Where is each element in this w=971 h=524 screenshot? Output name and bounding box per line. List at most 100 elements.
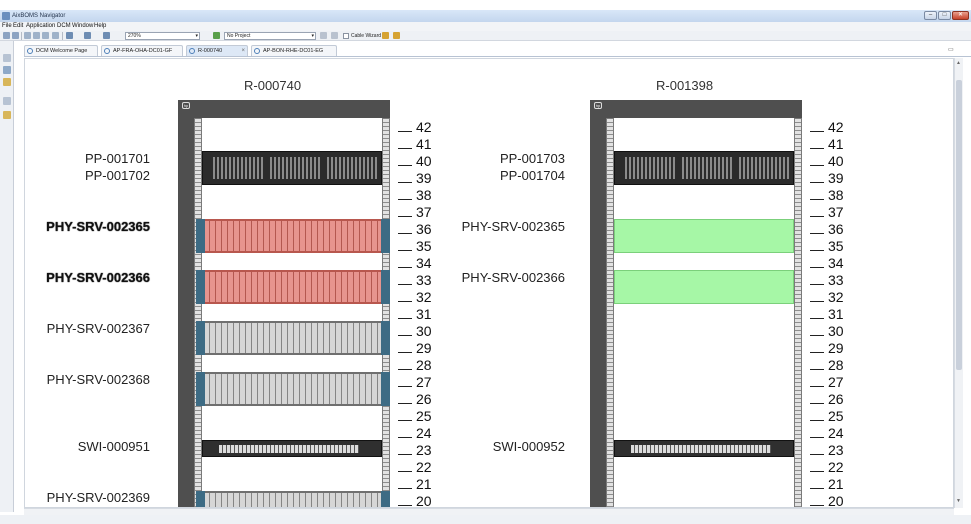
patch-panel-device[interactable]: [202, 151, 382, 185]
horizontal-scrollbar[interactable]: [24, 508, 954, 515]
rack-unit-number: 34: [828, 255, 844, 271]
save-icon[interactable]: [12, 32, 19, 39]
server-placeholder-highlighted[interactable]: [614, 270, 794, 304]
rack-unit-tick: [398, 403, 412, 404]
zoom-value: 270%: [128, 33, 141, 39]
rack-unit-tick: [398, 284, 412, 285]
rack-unit-tick: [810, 199, 824, 200]
project-select[interactable]: No Project ▾: [224, 32, 316, 40]
maximize-button[interactable]: □: [938, 11, 951, 20]
toolbar-separator: [62, 32, 63, 40]
switch-device[interactable]: [202, 440, 382, 457]
menu-dcm[interactable]: DCM: [57, 22, 71, 31]
device-label[interactable]: SWI-000951: [78, 440, 150, 454]
left-sidebar: [0, 41, 14, 512]
menu-file[interactable]: File: [2, 22, 12, 31]
tab-label: R-000740: [198, 48, 223, 54]
cable-wizard-checkbox[interactable]: [343, 33, 349, 39]
tools-icon[interactable]: [382, 32, 389, 39]
rack-unit-number: 34: [416, 255, 432, 271]
print-icon[interactable]: [24, 32, 31, 39]
menu-application[interactable]: Application: [26, 22, 55, 31]
rack-unit-number: 41: [416, 136, 432, 152]
server-placeholder-highlighted[interactable]: [614, 219, 794, 253]
rack-unit-number: 37: [416, 204, 432, 220]
back-icon[interactable]: [33, 32, 40, 39]
device-label[interactable]: PHY-SRV-002369: [47, 491, 150, 505]
scroll-down-icon[interactable]: ▼: [956, 498, 961, 504]
server-device[interactable]: [196, 491, 390, 507]
server-device[interactable]: [196, 321, 390, 355]
rack-unit-tick: [810, 318, 824, 319]
device-label[interactable]: PHY-SRV-002366: [462, 271, 565, 285]
rack-unit-tick: [810, 131, 824, 132]
minimize-button[interactable]: –: [924, 11, 937, 20]
chevron-down-icon: ▾: [195, 33, 198, 39]
menu-help[interactable]: Help: [94, 22, 106, 31]
tree-icon[interactable]: [3, 66, 11, 74]
server-ear: [196, 372, 205, 406]
rack-unit-tick: [810, 335, 824, 336]
rack-unit-number: 27: [416, 374, 432, 390]
device-label[interactable]: PHY-SRV-002368: [47, 373, 150, 387]
server-device-highlighted[interactable]: [196, 219, 390, 253]
device-label[interactable]: PP-001703: [500, 152, 565, 166]
switch-device[interactable]: [614, 440, 794, 457]
rack-unit-tick: [810, 267, 824, 268]
rack-unit-tick: [810, 420, 824, 421]
rack-unit-number: 29: [416, 340, 432, 356]
restore-icon[interactable]: [3, 54, 11, 62]
scrollbar-thumb[interactable]: [956, 80, 962, 370]
select-icon[interactable]: [52, 32, 59, 39]
device-label[interactable]: PHY-SRV-002367: [47, 322, 150, 336]
cut-icon[interactable]: [320, 32, 327, 39]
folder-icon[interactable]: [3, 78, 11, 86]
device-label[interactable]: PHY-SRV-002365: [46, 220, 150, 234]
zoom-select[interactable]: 270% ▾: [125, 32, 200, 40]
tab-ap-bon[interactable]: AP-BON-RHE-DC01-EG: [251, 45, 337, 56]
menu-edit[interactable]: Edit: [13, 22, 23, 31]
scroll-up-icon[interactable]: ▲: [956, 60, 961, 66]
vertical-scrollbar[interactable]: ▲ ▼: [954, 58, 963, 508]
device-label[interactable]: PHY-SRV-002366: [46, 271, 150, 285]
new-icon[interactable]: [3, 32, 10, 39]
delete-icon[interactable]: [331, 32, 338, 39]
restore-icon[interactable]: [3, 97, 11, 105]
forward-icon[interactable]: [42, 32, 49, 39]
device-label[interactable]: SWI-000952: [493, 440, 565, 454]
tab-r-000740[interactable]: R-000740 ×: [186, 45, 248, 56]
rack-unit-tick: [398, 369, 412, 370]
rack-unit-number: 33: [828, 272, 844, 288]
run-icon[interactable]: [213, 32, 220, 39]
tag-icon[interactable]: [3, 111, 11, 119]
align-icon[interactable]: [84, 32, 91, 39]
server-device[interactable]: [196, 372, 390, 406]
server-device-highlighted[interactable]: [196, 270, 390, 304]
close-button[interactable]: ✕: [952, 11, 969, 20]
rack-unit-tick: [398, 454, 412, 455]
rack-unit-tick: [810, 369, 824, 370]
device-label[interactable]: PP-001701: [85, 152, 150, 166]
patch-panel-device[interactable]: [614, 151, 794, 185]
device-label[interactable]: PP-001702: [85, 169, 150, 183]
device-label[interactable]: PHY-SRV-002365: [462, 220, 565, 234]
tab-dcm-welcome[interactable]: DCM Welcome Page: [24, 45, 98, 56]
device-label[interactable]: PP-001704: [500, 169, 565, 183]
view-menu-icon[interactable]: ▭: [948, 46, 954, 53]
server-ear: [381, 372, 390, 406]
rack-unit-tick: [398, 165, 412, 166]
patch-ports: [270, 157, 322, 179]
rack-canvas[interactable]: R-000740 R-001398 hp hp 42 41 40 39 38 3…: [24, 58, 954, 508]
layout-icon[interactable]: [66, 32, 73, 39]
close-icon[interactable]: ×: [241, 46, 245, 56]
rack-unit-number: 39: [828, 170, 844, 186]
window-titlebar: AixBOMS Navigator – □ ✕: [0, 10, 971, 22]
wizard-icon[interactable]: [393, 32, 400, 39]
rack-r-001398[interactable]: hp: [590, 100, 802, 507]
server-ear: [381, 270, 390, 304]
tab-ap-fra[interactable]: AP-FRA-OHA-DC01-GF: [101, 45, 183, 56]
distribute-icon[interactable]: [103, 32, 110, 39]
patch-ports: [739, 157, 791, 179]
menu-window[interactable]: Window: [72, 22, 93, 31]
rack-r-000740[interactable]: hp: [178, 100, 390, 507]
